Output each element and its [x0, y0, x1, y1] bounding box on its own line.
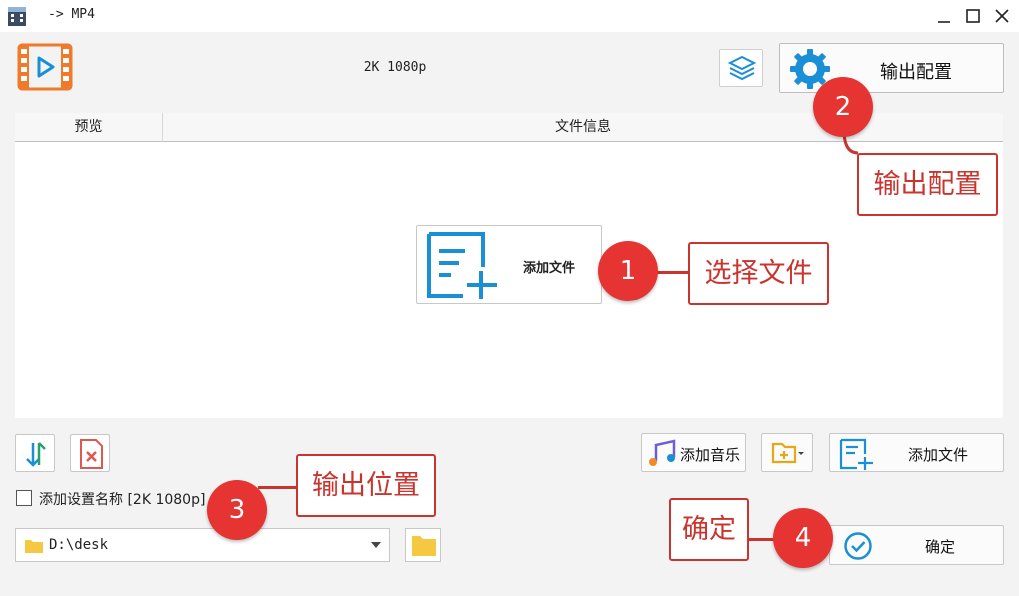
column-preview[interactable]: 预览 — [15, 113, 163, 142]
delete-file-icon — [80, 439, 103, 469]
add-folder-icon — [771, 442, 804, 464]
video-film-logo-icon — [17, 43, 73, 91]
add-setting-name-label: 添加设置名称 [2K 1080p] — [39, 492, 206, 508]
close-icon[interactable] — [990, 4, 1014, 28]
add-file-label: 添加文件 — [908, 446, 969, 464]
annotation-badge-4: 4 — [773, 508, 833, 568]
add-file-center-label: 添加文件 — [523, 261, 576, 276]
layers-icon — [727, 55, 757, 81]
layers-button[interactable] — [719, 49, 763, 87]
add-music-label: 添加音乐 — [680, 446, 741, 464]
dropdown-arrow-icon[interactable] — [371, 542, 381, 548]
annotation-badge-2: 2 — [813, 77, 873, 137]
output-config-button[interactable]: 输出配置 — [779, 43, 1004, 93]
music-note-icon — [649, 439, 676, 466]
add-music-button[interactable]: 添加音乐 — [641, 433, 746, 472]
maximize-icon[interactable] — [961, 4, 985, 28]
sort-arrows-icon — [26, 442, 46, 467]
output-config-label: 输出配置 — [880, 62, 952, 83]
annotation-callout-select-file: 选择文件 — [688, 242, 829, 305]
confirm-label: 确定 — [925, 538, 956, 556]
annotation-badge-3: 3 — [207, 480, 267, 540]
check-circle-icon — [844, 532, 872, 560]
remove-file-button[interactable] — [70, 434, 110, 472]
title-bar: -> MP4 — [0, 0, 1019, 32]
add-file-icon — [427, 232, 497, 299]
annotation-callout-output-location: 输出位置 — [296, 454, 436, 517]
annotation-badge-1: 1 — [598, 241, 658, 301]
folder-icon — [25, 540, 43, 553]
preset-label: 2K 1080p — [363, 60, 427, 75]
add-folder-button[interactable] — [761, 433, 813, 472]
annotation-callout-confirm: 确定 — [669, 498, 749, 561]
sort-button[interactable] — [15, 434, 55, 472]
annotation-connector-3 — [258, 486, 298, 489]
annotation-callout-output-config: 输出配置 — [857, 153, 998, 216]
minimize-icon[interactable] — [932, 4, 956, 28]
add-file-center-button[interactable]: 添加文件 — [416, 225, 602, 304]
add-setting-name-checkbox[interactable] — [16, 490, 32, 506]
add-file-button[interactable]: 添加文件 — [829, 433, 1004, 472]
window-title: -> MP4 — [48, 7, 95, 22]
output-path-value: D:\desk — [49, 537, 109, 553]
confirm-button[interactable]: 确定 — [829, 525, 1004, 565]
add-file-small-icon — [839, 438, 873, 470]
browse-folder-button[interactable] — [405, 528, 441, 562]
app-window-icon — [8, 7, 26, 26]
output-path-select[interactable]: D:\desk — [15, 528, 390, 562]
browse-folder-icon — [412, 536, 436, 556]
